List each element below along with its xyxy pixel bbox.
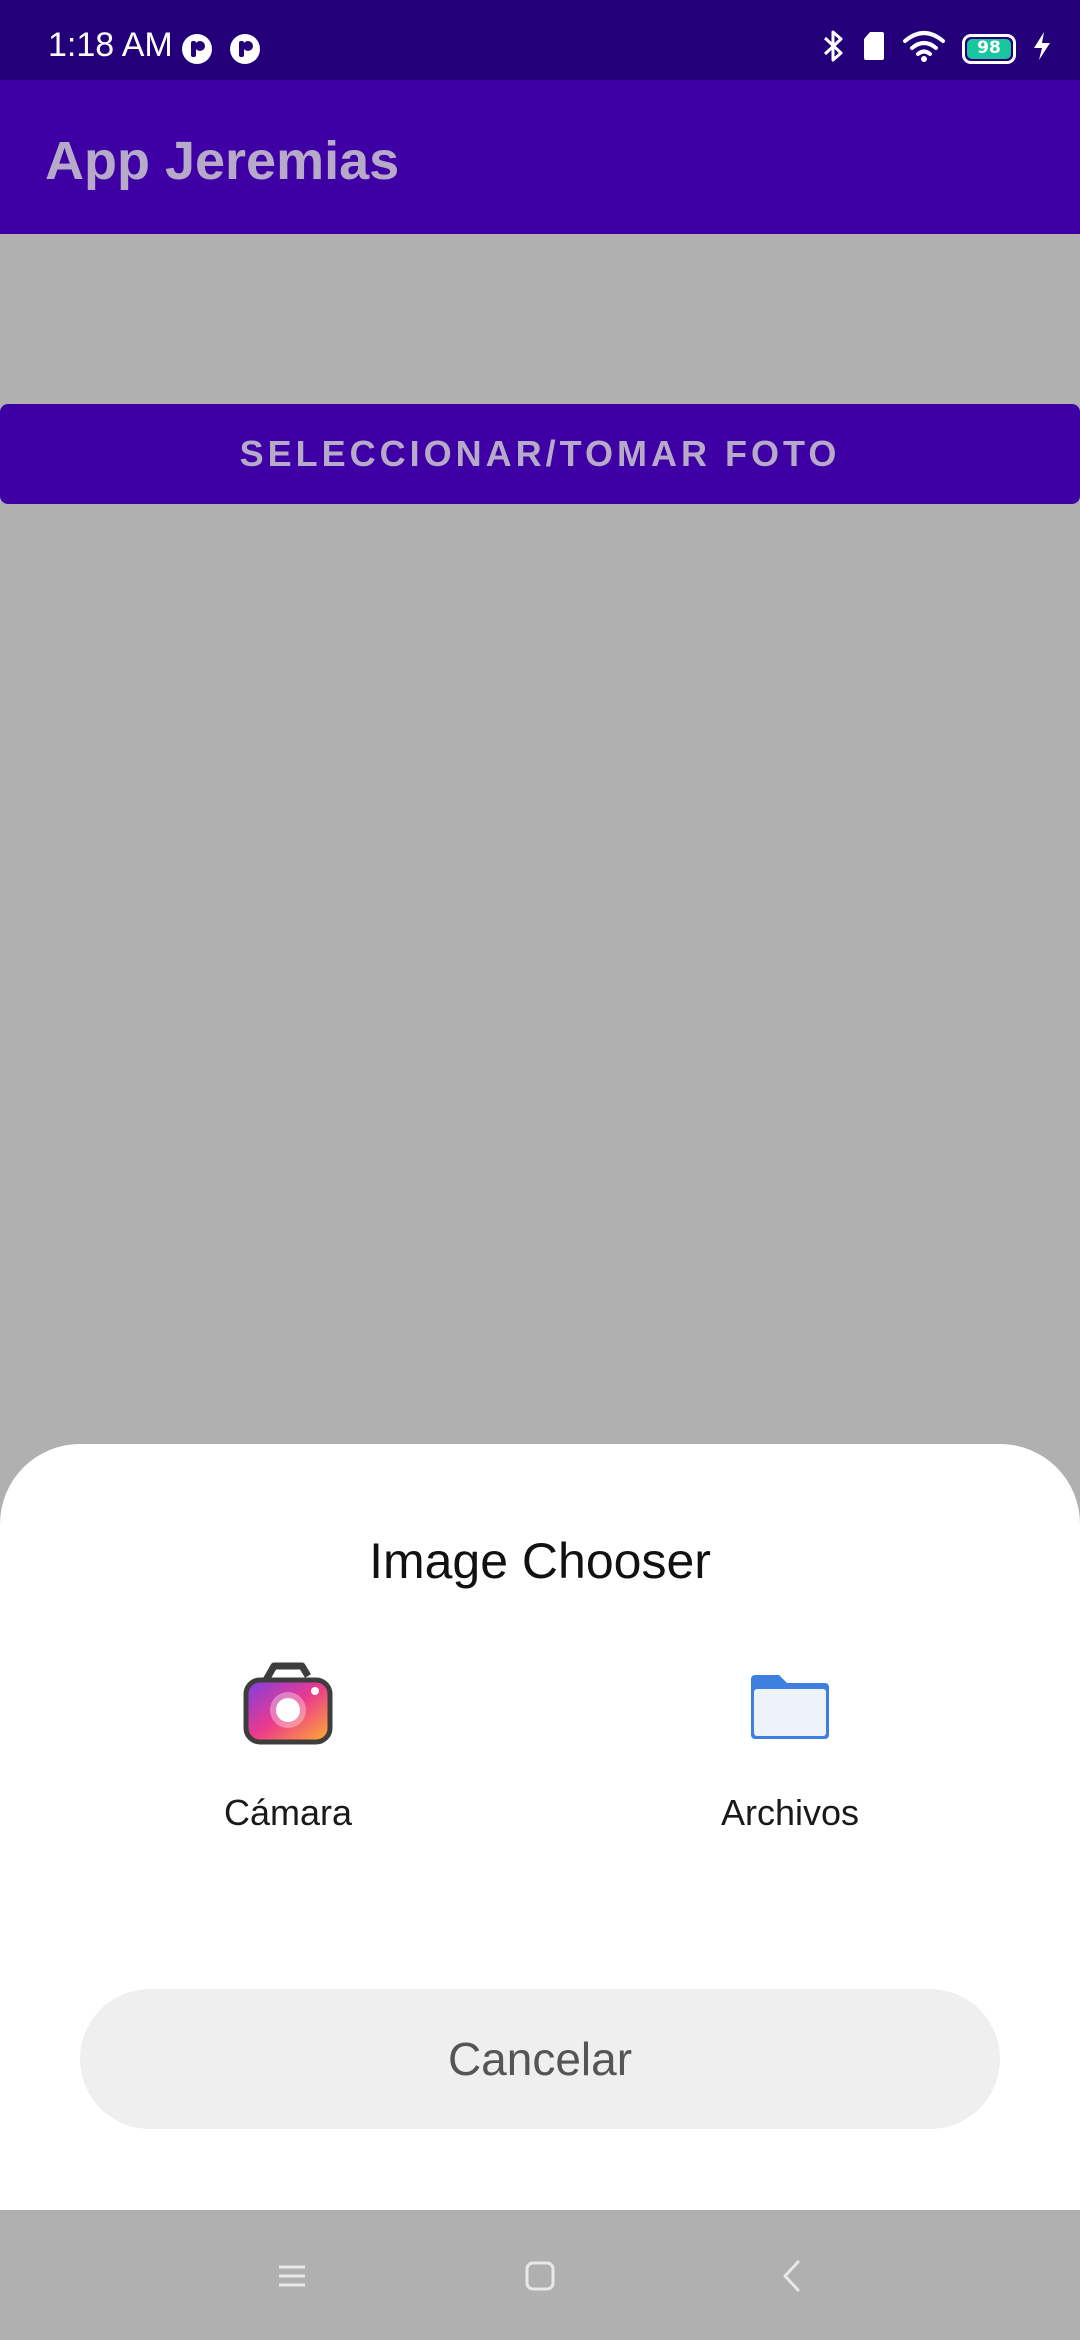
image-chooser-sheet: Image Chooser Cámara Archivos Cancelar: [0, 1444, 1080, 2210]
folder-icon: [740, 1656, 840, 1756]
notification-icon: [228, 32, 262, 71]
battery-fill: 98: [967, 38, 1011, 59]
chooser-title: Image Chooser: [369, 1533, 711, 1589]
files-option-label: Archivos: [720, 1792, 860, 1833]
wifi-icon: [902, 29, 946, 68]
battery-icon: 98: [962, 33, 1016, 64]
status-bar: 1:18 AM 98: [0, 0, 1080, 80]
sim-icon: [862, 30, 886, 67]
back-icon[interactable]: [762, 2246, 822, 2306]
select-take-photo-button[interactable]: SELECCIONAR/TOMAR FOTO: [0, 404, 1080, 504]
files-option[interactable]: Archivos: [660, 1656, 920, 1856]
status-time: 1:18 AM: [48, 26, 173, 64]
home-icon[interactable]: [510, 2246, 570, 2306]
status-system-icons: 98: [822, 28, 1052, 69]
status-notification-icons: [180, 32, 262, 71]
camera-option[interactable]: Cámara: [158, 1656, 418, 1856]
bluetooth-icon: [822, 28, 846, 69]
camera-icon: [238, 1656, 338, 1756]
menu-icon[interactable]: [262, 2246, 322, 2306]
app-bar: App Jeremias: [0, 80, 1080, 234]
cancel-button[interactable]: Cancelar: [80, 1989, 1000, 2129]
battery-level: 98: [977, 38, 1001, 58]
screen: 1:18 AM 98 App Jeremias SELECCIONAR/TOMA…: [0, 0, 1080, 2340]
camera-option-label: Cámara: [223, 1792, 353, 1833]
notification-icon: [180, 32, 214, 71]
charging-icon: [1032, 30, 1052, 67]
navigation-bar: [0, 2210, 1080, 2340]
app-title: App Jeremias: [45, 131, 400, 191]
